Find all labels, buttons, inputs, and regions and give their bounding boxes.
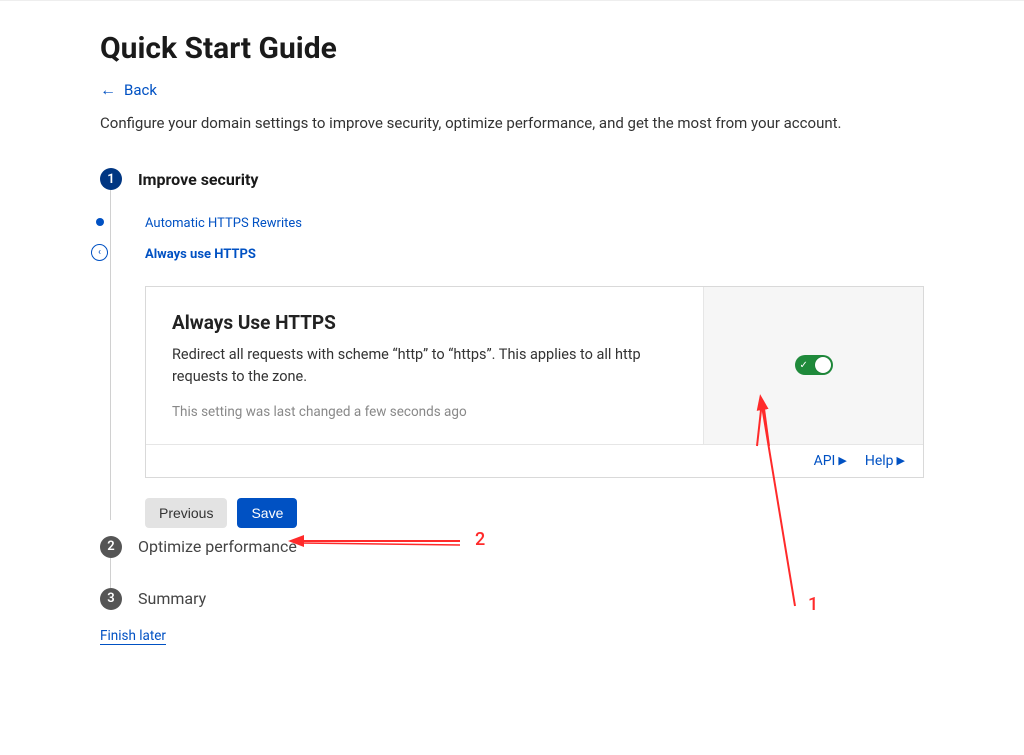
step-1: 1 Improve security xyxy=(100,168,924,190)
back-link[interactable]: ← Back xyxy=(100,80,157,100)
previous-button[interactable]: Previous xyxy=(145,498,227,528)
step-title-2: Optimize performance xyxy=(138,537,297,556)
finish-later-link[interactable]: Finish later xyxy=(100,628,166,645)
step-number-1: 1 xyxy=(100,168,122,190)
help-link[interactable]: Help ▶ xyxy=(865,453,905,469)
card-description: Redirect all requests with scheme “http”… xyxy=(172,344,677,388)
step-2: 2 Optimize performance xyxy=(100,536,924,558)
save-button[interactable]: Save xyxy=(237,498,297,528)
step-connector xyxy=(110,558,111,588)
step-number-3: 3 xyxy=(100,588,122,610)
check-icon: ✓ xyxy=(800,360,808,371)
setting-card: Always Use HTTPS Redirect all requests w… xyxy=(145,286,924,478)
card-title: Always Use HTTPS xyxy=(172,311,677,334)
step-number-2: 2 xyxy=(100,536,122,558)
step-title-3: Summary xyxy=(138,589,206,608)
substep-active-icon: ‹ xyxy=(91,244,108,261)
intro-text: Configure your domain settings to improv… xyxy=(100,114,924,132)
caret-right-icon: ▶ xyxy=(838,454,846,467)
annotation-1: 1 xyxy=(808,594,818,615)
substeps: ‹ xyxy=(96,218,108,261)
page-title: Quick Start Guide xyxy=(100,31,924,66)
substep-auto-rewrites[interactable]: Automatic HTTPS Rewrites xyxy=(145,216,924,231)
toggle-knob xyxy=(815,357,831,373)
api-link[interactable]: API ▶ xyxy=(814,453,847,469)
substep-dot-icon xyxy=(96,218,104,226)
api-label: API xyxy=(814,453,836,469)
always-https-toggle[interactable]: ✓ xyxy=(795,355,833,375)
steps-list: 1 Improve security ‹ Automatic HTTPS Rew… xyxy=(100,168,924,645)
arrow-left-icon: ← xyxy=(100,80,116,100)
substep-always-https[interactable]: Always use HTTPS xyxy=(145,247,924,262)
annotation-2: 2 xyxy=(475,529,485,550)
step-title-1: Improve security xyxy=(138,170,258,189)
caret-right-icon: ▶ xyxy=(897,454,905,467)
back-label: Back xyxy=(124,81,157,99)
help-label: Help xyxy=(865,453,894,469)
card-meta: This setting was last changed a few seco… xyxy=(172,404,677,420)
step-3: 3 Summary xyxy=(100,588,924,610)
